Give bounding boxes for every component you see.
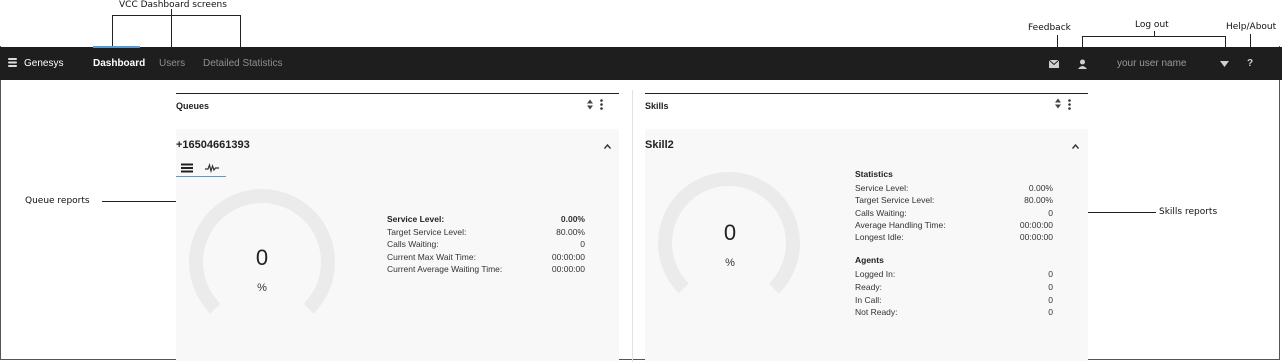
- queue-name: +16504661393: [176, 139, 250, 151]
- skill-stat-value: 00:00:00: [1019, 220, 1053, 230]
- agent-stat-label: Ready:: [855, 282, 882, 292]
- annotation-vcc-dashboard-screens: VCC Dashboard screens: [119, 0, 227, 10]
- callout-line: [112, 15, 113, 47]
- queue-stat-label: Calls Waiting:: [387, 239, 439, 249]
- annotation-help-about: Help/About: [1226, 22, 1277, 32]
- tab-detailed-statistics[interactable]: Detailed Statistics: [203, 58, 282, 69]
- collapse-chevron-icon[interactable]: [1072, 144, 1079, 149]
- skill-stat-label: Longest Idle:: [855, 232, 904, 242]
- skill-stat-label: Calls Waiting:: [855, 208, 907, 218]
- agent-stat-value: 0: [1048, 269, 1053, 279]
- skill-stat-value: 0: [1048, 208, 1053, 218]
- agent-stat-value: 0: [1048, 307, 1053, 317]
- active-tab-indicator: [93, 46, 140, 48]
- user-icon[interactable]: [1078, 59, 1087, 69]
- agents-heading: Agents: [855, 255, 884, 265]
- queue-stat-value: 0.00%: [560, 214, 585, 224]
- queue-stat-value: 80.00%: [556, 227, 585, 237]
- callout-line: [1082, 36, 1226, 37]
- queue-stat-value: 00:00:00: [551, 252, 585, 262]
- help-about-button[interactable]: ?: [1247, 58, 1253, 69]
- callout-line: [112, 15, 240, 16]
- more-options-icon[interactable]: [1068, 99, 1071, 110]
- skill-stat-label: Target Service Level:: [855, 195, 935, 205]
- tab-dashboard[interactable]: Dashboard: [93, 58, 145, 69]
- agent-stat-value: 0: [1048, 282, 1053, 292]
- statistics-heading: Statistics: [855, 169, 893, 179]
- collapse-chevron-icon[interactable]: [604, 144, 611, 149]
- agent-stat-label: In Call:: [855, 295, 882, 305]
- queue-stat-value: 0: [580, 239, 585, 249]
- panel-divider: [176, 93, 619, 94]
- skill-stat-value: 80.00%: [1024, 195, 1053, 205]
- sort-icon[interactable]: [587, 99, 593, 110]
- skill-stat-label: Average Handling Time:: [855, 220, 946, 230]
- list-view-icon[interactable]: [180, 163, 194, 173]
- agent-stat-label: Not Ready:: [855, 307, 898, 317]
- queue-stat-label: Target Service Level:: [387, 227, 467, 237]
- annotation-log-out: Log out: [1135, 20, 1169, 30]
- menu-icon[interactable]: [7, 57, 18, 68]
- user-name[interactable]: your user name: [1117, 58, 1186, 69]
- queue-stat-label: Current Max Wait Time:: [387, 252, 476, 262]
- skill-name: Skill2: [645, 139, 674, 151]
- agent-stat-label: Logged In:: [855, 269, 896, 279]
- tab-users[interactable]: Users: [159, 58, 185, 69]
- queue-stat-label: Current Average Waiting Time:: [387, 264, 503, 274]
- queues-panel-title: Queues: [176, 101, 210, 111]
- agent-stat-value: 0: [1048, 295, 1053, 305]
- panel-divider: [645, 93, 1088, 94]
- waveform-view-icon[interactable]: [205, 163, 219, 173]
- queue-stat-label: Service Level:: [387, 214, 445, 224]
- sort-icon[interactable]: [1055, 98, 1061, 109]
- brand-name: Genesys: [24, 58, 64, 69]
- more-options-icon[interactable]: [600, 99, 603, 110]
- panel-column-divider: [632, 90, 633, 362]
- envelope-icon[interactable]: [1049, 60, 1059, 68]
- queue-gauge-value: 0: [255, 245, 269, 270]
- skills-panel-title: Skills: [645, 101, 669, 111]
- skill-gauge-value: 0: [723, 220, 737, 245]
- queue-gauge-unit: %: [257, 282, 267, 294]
- skill-gauge-unit: %: [725, 257, 735, 269]
- view-toggle-underline: [176, 176, 226, 177]
- skill-stat-value: 0.00%: [1028, 183, 1053, 193]
- queue-stat-value: 00:00:00: [551, 264, 585, 274]
- caret-down-icon[interactable]: [1220, 61, 1229, 67]
- skill-stat-value: 00:00:00: [1019, 232, 1053, 242]
- skill-stat-label: Service Level:: [855, 183, 909, 193]
- top-navigation-bar: Genesys Dashboard Users Detailed Statist…: [0, 47, 1282, 80]
- annotation-feedback: Feedback: [1028, 23, 1071, 33]
